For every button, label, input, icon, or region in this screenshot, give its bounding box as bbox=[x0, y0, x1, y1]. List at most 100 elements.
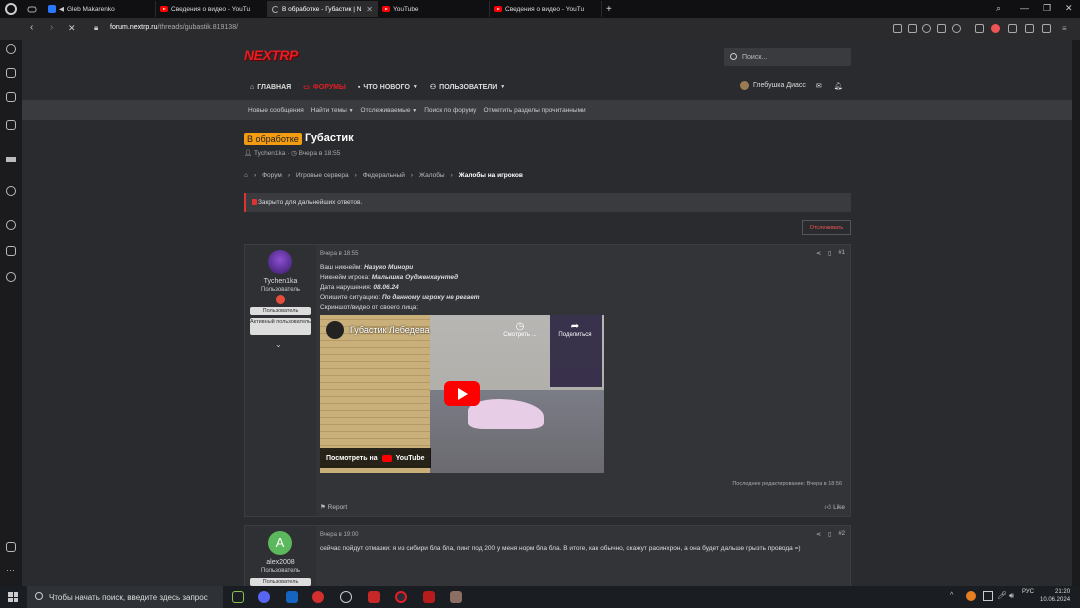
breadcrumb-item[interactable]: Федеральный bbox=[363, 172, 405, 179]
steam-icon[interactable] bbox=[340, 591, 352, 603]
watch-button[interactable]: Отслеживать bbox=[802, 220, 851, 235]
post-number[interactable]: #1 bbox=[838, 250, 845, 257]
more-icon[interactable]: ··· bbox=[6, 566, 16, 578]
subnav-new-posts[interactable]: Новые сообщения bbox=[248, 107, 304, 114]
heart-icon[interactable] bbox=[952, 24, 961, 33]
post-username[interactable]: Tychen1ka bbox=[245, 278, 316, 285]
discord-icon[interactable] bbox=[258, 591, 270, 603]
nav-home[interactable]: ⌂ Главная bbox=[244, 80, 297, 94]
instagram-icon[interactable] bbox=[6, 120, 16, 130]
microphone-icon[interactable]: 🎤︎ bbox=[997, 591, 1007, 600]
bookmark-icon[interactable]: ▯ bbox=[828, 250, 831, 257]
avatar[interactable]: A bbox=[268, 531, 292, 555]
twitch-icon[interactable] bbox=[6, 92, 16, 102]
post-time[interactable]: Вчера в 18:55 bbox=[320, 251, 358, 257]
taskbar-search-input[interactable]: Чтобы начать поиск, введите здесь запрос bbox=[27, 586, 223, 608]
play-button[interactable] bbox=[444, 381, 480, 406]
channel-avatar[interactable] bbox=[326, 321, 344, 339]
maximize-icon[interactable]: ❐ bbox=[1043, 3, 1051, 14]
bookmark-icon[interactable]: ▯ bbox=[828, 531, 831, 538]
embedded-video[interactable]: Губастик Лебедева ◷ Смотреть ... ➦ Поделит… bbox=[320, 315, 604, 473]
breadcrumb-item[interactable]: Игровые сервера bbox=[296, 172, 349, 179]
volume-icon[interactable]: 🔊︎ bbox=[1009, 591, 1014, 601]
url-field[interactable]: forum.nextrp.ru/threads/gubastik.819138/ bbox=[110, 24, 238, 31]
box-icon[interactable] bbox=[1008, 24, 1017, 33]
network-icon[interactable] bbox=[983, 591, 993, 601]
thread-author[interactable]: Tychen1ka bbox=[254, 150, 285, 157]
forward-icon[interactable]: › bbox=[50, 22, 53, 33]
bag-icon[interactable] bbox=[6, 68, 16, 78]
search-input[interactable]: Поиск... bbox=[724, 48, 851, 66]
arc-icon[interactable] bbox=[6, 152, 16, 162]
subnav-mark-read[interactable]: Отметить разделы прочитанными bbox=[483, 107, 585, 114]
image-icon[interactable] bbox=[6, 542, 16, 552]
report-button[interactable]: ⚑ Report bbox=[320, 503, 347, 511]
post-time[interactable]: Вчера в 19:00 bbox=[320, 532, 358, 538]
game-icon-2[interactable] bbox=[450, 591, 462, 603]
share-button[interactable]: ➦ Поделиться bbox=[552, 321, 598, 338]
minimize-icon[interactable]: — bbox=[1020, 3, 1029, 13]
extension-icon[interactable] bbox=[991, 24, 1000, 33]
video-title[interactable]: Губастик Лебедева bbox=[350, 325, 430, 335]
menu-icon[interactable]: ≡ bbox=[1062, 24, 1071, 33]
site-logo[interactable]: NEXTRP bbox=[244, 47, 298, 63]
windows-start-icon[interactable] bbox=[8, 592, 18, 602]
game-icon[interactable] bbox=[423, 591, 435, 603]
chevron-down-icon[interactable]: ⌄ bbox=[275, 340, 282, 349]
gamepad-icon[interactable] bbox=[27, 4, 37, 14]
breadcrumb-item[interactable]: Жалобы bbox=[419, 172, 445, 179]
nav-whats-new[interactable]: ▪ Что нового ▼ bbox=[352, 80, 424, 94]
bell-icon[interactable]: 🔔︎ bbox=[834, 82, 843, 90]
mail-icon[interactable]: ✉ bbox=[816, 82, 822, 90]
new-tab-button[interactable]: + bbox=[602, 1, 618, 17]
subnav-find-threads[interactable]: Найти темы ▼ bbox=[311, 107, 354, 114]
snapshot-icon[interactable] bbox=[1042, 24, 1051, 33]
tab-video-details-2[interactable]: Сведения о видео - YouTu bbox=[490, 1, 602, 17]
subnav-watched[interactable]: Отслеживаемые ▼ bbox=[361, 107, 418, 114]
tab-video-details-1[interactable]: Сведения о видео - YouTu bbox=[156, 1, 268, 17]
post-number[interactable]: #2 bbox=[838, 531, 845, 538]
close-tab-icon[interactable]: ✕ bbox=[366, 5, 373, 14]
cube-icon[interactable] bbox=[6, 246, 16, 256]
cube-icon[interactable] bbox=[975, 24, 984, 33]
breadcrumb-item[interactable]: Форум bbox=[262, 172, 282, 179]
back-icon[interactable]: ‹ bbox=[30, 22, 33, 33]
tab-thread[interactable]: В обработке - Губастик | N ✕ bbox=[268, 1, 378, 17]
share-icon[interactable]: ⋖ bbox=[816, 531, 821, 538]
scrollbar[interactable] bbox=[1072, 40, 1080, 586]
download-icon[interactable] bbox=[1025, 24, 1034, 33]
camera-icon[interactable] bbox=[908, 24, 917, 33]
game-launcher-icon[interactable] bbox=[286, 591, 298, 603]
watch-on-youtube-button[interactable]: Посмотреть на YouTube bbox=[320, 448, 431, 468]
watch-later-button[interactable]: ◷ Смотреть ... bbox=[500, 321, 540, 338]
app-icon[interactable] bbox=[368, 591, 380, 603]
tab-youtube[interactable]: YouTube bbox=[378, 1, 490, 17]
opera-taskbar-icon[interactable] bbox=[395, 591, 407, 603]
avatar[interactable] bbox=[268, 250, 292, 274]
language-indicator[interactable]: РУС bbox=[1022, 589, 1034, 595]
player-icon[interactable] bbox=[6, 186, 16, 196]
edit-icon[interactable] bbox=[893, 24, 902, 33]
like-button[interactable]: 👍︎ Like bbox=[824, 503, 845, 511]
nvidia-icon[interactable] bbox=[232, 591, 244, 603]
subnav-search-forums[interactable]: Поиск по форуму bbox=[424, 107, 476, 114]
media-player-icon[interactable] bbox=[312, 591, 324, 603]
chevron-up-icon[interactable]: ^ bbox=[950, 592, 953, 599]
speed-dial-icon[interactable] bbox=[6, 44, 16, 54]
settings-icon[interactable] bbox=[6, 272, 16, 282]
close-window-icon[interactable]: ✕ bbox=[1065, 3, 1073, 14]
tray-app-icon[interactable] bbox=[966, 591, 976, 601]
search-tabs-icon[interactable]: ⌕ bbox=[996, 3, 1001, 14]
post-username[interactable]: alex2008 bbox=[245, 559, 316, 566]
history-icon[interactable] bbox=[6, 220, 16, 230]
stop-icon[interactable]: ✕ bbox=[68, 23, 76, 34]
user-menu[interactable]: Глебушка Диасс ✉ 🔔︎ bbox=[740, 81, 843, 90]
home-icon[interactable]: ⌂ bbox=[244, 172, 248, 179]
shield-icon[interactable] bbox=[922, 24, 931, 33]
nav-forums[interactable]: ▭ Форумы bbox=[297, 80, 352, 94]
breadcrumb-item[interactable]: Жалобы на игроков bbox=[459, 172, 523, 179]
wallet-icon[interactable] bbox=[937, 24, 946, 33]
clock[interactable]: 21:20 10.06.2024 bbox=[1040, 588, 1070, 604]
opera-logo-icon[interactable] bbox=[5, 3, 17, 15]
nav-members[interactable]: ⚇ Пользователи ▼ bbox=[424, 80, 511, 94]
